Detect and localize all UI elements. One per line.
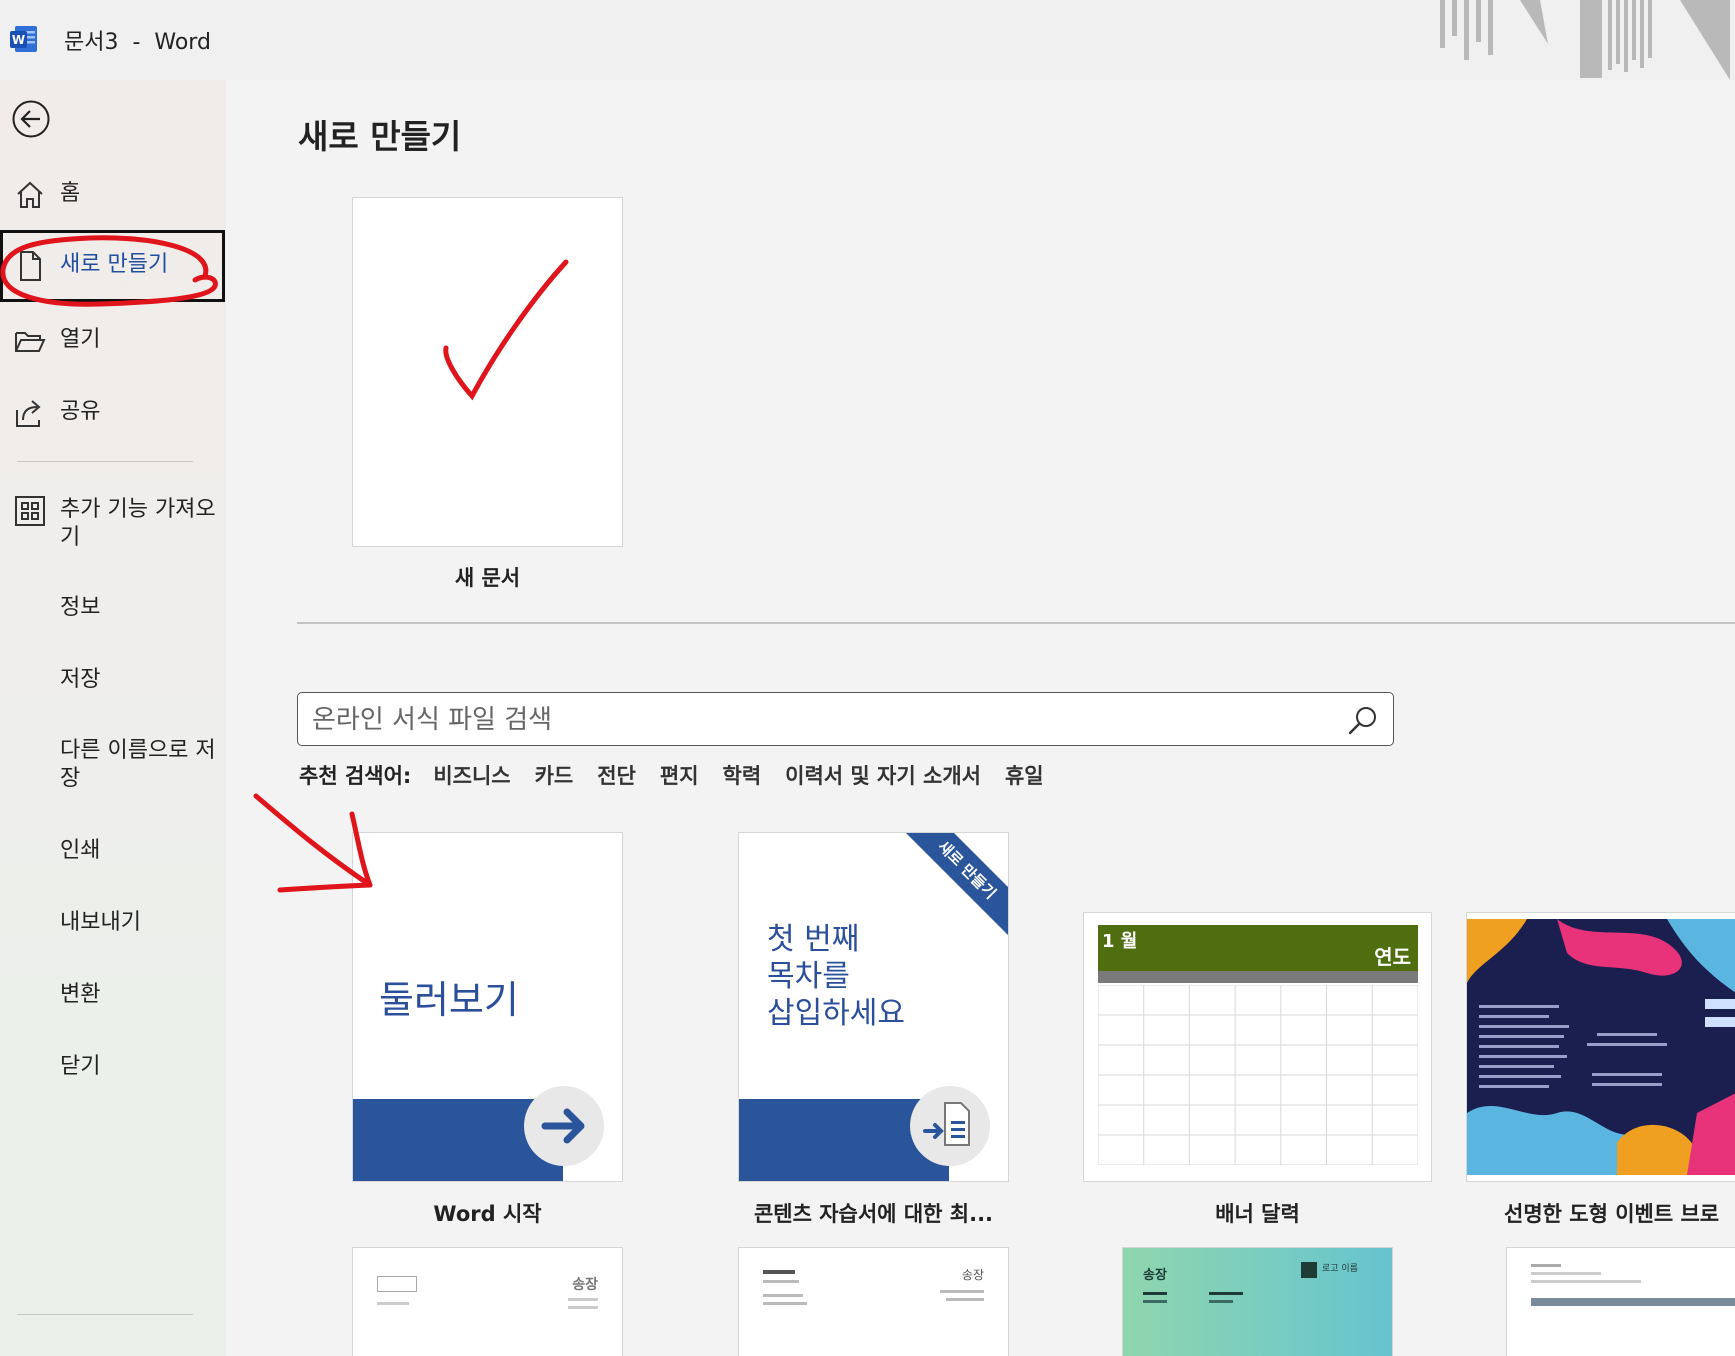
suggested-term-resume[interactable]: 이력서 및 자기 소개서 (785, 764, 981, 788)
qr-code-icon (1301, 1262, 1317, 1278)
sidebar-item-label: 열기 (60, 327, 101, 352)
sidebar-separator (17, 1314, 193, 1315)
sidebar-item-open[interactable]: 열기 (0, 324, 226, 360)
home-icon (17, 181, 43, 208)
template-preview-text: 둘러보기 (379, 978, 519, 1022)
template-caption: Word 시작 (433, 1202, 542, 1226)
back-arrow-icon[interactable] (11, 99, 51, 139)
template-search-box[interactable] (297, 692, 1394, 746)
template-caption: 선명한 도형 이벤트 브로 (1504, 1202, 1720, 1226)
sidebar-item-label: 새로 만들기 (60, 252, 169, 277)
new-document-icon (20, 251, 41, 281)
svg-text:W: W (12, 33, 25, 47)
new-ribbon: 새로 만들기 (894, 833, 1008, 943)
add-ins-grid-icon (15, 496, 45, 526)
search-icon[interactable] (1347, 704, 1379, 736)
sidebar-item-label: 추가 기능 가져오기 (60, 497, 216, 550)
suggested-term-holiday[interactable]: 휴일 (1005, 764, 1044, 788)
template-caption: 콘텐츠 자습서에 대한 최... (753, 1202, 994, 1226)
suggested-searches-label: 추천 검색어: (299, 764, 412, 788)
new-document-pane: 새로 만들기 새 문서 추천 검색어: 비즈니스 카드 전단 편지 학력 이력서 및 자기 … (226, 80, 1735, 1356)
window-title: 문서3 - Word (64, 30, 211, 55)
sidebar-item-close[interactable]: 닫기 (0, 1051, 226, 1085)
template-tile-letter[interactable] (1506, 1247, 1735, 1356)
suggested-term-business[interactable]: 비즈니스 (433, 764, 510, 788)
sidebar-item-label: 내보내기 (60, 910, 141, 935)
annotation-checkmark (443, 259, 569, 401)
page-title: 새로 만들기 (298, 117, 462, 156)
calendar-month: 1 월 (1102, 931, 1138, 952)
template-header-text: 송장 (1143, 1268, 1167, 1283)
template-tile-welcome[interactable]: 둘러보기 (352, 832, 623, 1182)
template-tile-invoice-1[interactable]: 송장 (352, 1247, 623, 1356)
calendar-year: 연도 (1374, 945, 1411, 969)
backstage-sidebar: 홈 새로 만들기 열기 공유 추가 기능 가져오기 정보 저장 다른 이름으로 … (0, 80, 226, 1356)
title-bar: W 문서3 - Word (0, 0, 1735, 80)
folder-open-icon (15, 332, 46, 352)
sidebar-item-save-as[interactable]: 다른 이름으로 저장 (0, 735, 226, 795)
template-preview-text: 첫 번째 목차를 삽입하세요 (767, 922, 905, 1031)
template-tile-vivid-shapes-brochure[interactable] (1466, 912, 1735, 1182)
arrow-right-icon (524, 1086, 604, 1166)
suggested-term-card[interactable]: 카드 (535, 764, 574, 788)
sidebar-item-get-add-ins[interactable]: 추가 기능 가져오기 (0, 494, 226, 554)
calendar-grid (1098, 985, 1418, 1165)
sidebar-separator (17, 461, 193, 462)
template-logo-text: 로고 이름 (1322, 1264, 1358, 1274)
sidebar-item-label: 공유 (60, 399, 101, 424)
template-caption: 배너 달력 (1215, 1202, 1300, 1226)
sidebar-item-print[interactable]: 인쇄 (0, 835, 226, 869)
sidebar-item-home[interactable]: 홈 (0, 178, 226, 214)
sidebar-item-label: 정보 (60, 595, 101, 620)
sidebar-item-info[interactable]: 정보 (0, 592, 226, 626)
sidebar-item-label: 변환 (60, 982, 101, 1007)
blank-document-label: 새 문서 (454, 566, 521, 590)
brochure-preview (1467, 919, 1735, 1175)
template-header-text: 송장 (572, 1277, 598, 1293)
suggested-term-flyer[interactable]: 전단 (597, 764, 636, 788)
share-icon (16, 400, 41, 427)
calendar-banner (1098, 925, 1418, 971)
sidebar-item-label: 인쇄 (60, 838, 101, 863)
template-tile-invoice-2[interactable]: 송장 (738, 1247, 1009, 1356)
template-tile-toc-tutorial[interactable]: 새로 만들기 첫 번째 목차를 삽입하세요 (738, 832, 1009, 1182)
sidebar-item-label: 닫기 (60, 1054, 101, 1079)
suggested-term-letter[interactable]: 편지 (660, 764, 699, 788)
blank-document-tile[interactable] (352, 197, 623, 547)
suggested-searches: 추천 검색어: 비즈니스 카드 전단 편지 학력 이력서 및 자기 소개서 휴일 (299, 760, 1068, 792)
title-decoration (1440, 0, 1730, 80)
sidebar-item-label: 저장 (60, 667, 101, 692)
sidebar-item-save[interactable]: 저장 (0, 664, 226, 698)
template-tile-invoice-3[interactable]: 송장 로고 이름 (1122, 1247, 1393, 1356)
insert-document-icon (910, 1086, 990, 1166)
sidebar-item-transform[interactable]: 변환 (0, 979, 226, 1013)
section-divider (297, 622, 1735, 624)
word-app-icon: W (10, 26, 37, 52)
template-tile-banner-calendar[interactable]: 1 월 연도 (1083, 912, 1432, 1182)
template-header-text: 송장 (961, 1268, 984, 1282)
sidebar-item-label: 홈 (60, 181, 81, 206)
sidebar-item-export[interactable]: 내보내기 (0, 907, 226, 941)
sidebar-item-share[interactable]: 공유 (0, 396, 226, 432)
template-search-input[interactable] (310, 703, 1314, 737)
suggested-term-education[interactable]: 학력 (723, 764, 762, 788)
sidebar-item-new[interactable]: 새로 만들기 (0, 230, 225, 302)
sidebar-item-label: 다른 이름으로 저장 (60, 738, 216, 791)
